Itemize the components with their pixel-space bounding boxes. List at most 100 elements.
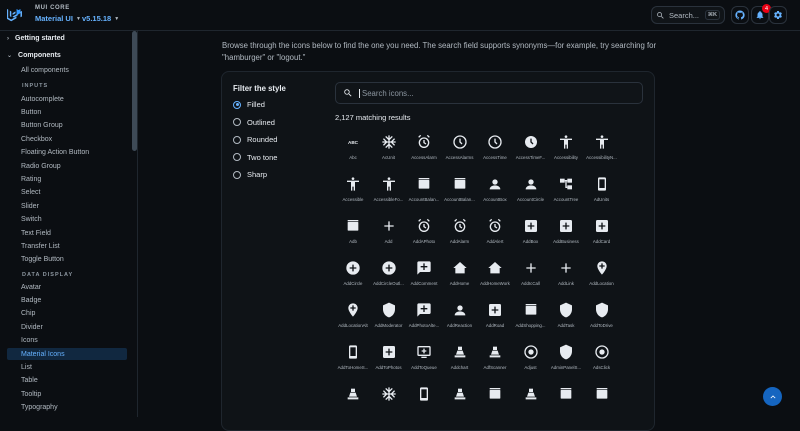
- icon-tile[interactable]: AccountBalan...: [442, 176, 478, 218]
- sidebar-item-badge[interactable]: Badge: [7, 294, 127, 306]
- icon-tile[interactable]: Adjust: [513, 344, 549, 386]
- icon-tile[interactable]: AddCircleOutl...: [371, 260, 407, 302]
- icon-tile[interactable]: [406, 386, 442, 428]
- icon-tile[interactable]: Accessible: [335, 176, 371, 218]
- icon-tile[interactable]: [335, 386, 371, 428]
- settings-button[interactable]: [769, 6, 787, 24]
- sidebar-item-typography[interactable]: Typography: [7, 402, 127, 414]
- icon-tile[interactable]: ABC Abc: [335, 134, 371, 176]
- sidebar-item-slider[interactable]: Slider: [7, 200, 127, 212]
- radio-button[interactable]: [233, 170, 241, 179]
- icon-tile[interactable]: AddCircle: [335, 260, 371, 302]
- icon-tile[interactable]: Add: [371, 218, 407, 260]
- icon-tile[interactable]: AccountBalan...: [406, 176, 442, 218]
- icon-tile[interactable]: Adb: [335, 218, 371, 260]
- icon-tile[interactable]: Accessibility: [548, 134, 584, 176]
- icon-tile[interactable]: AddToQueue: [406, 344, 442, 386]
- icon-tile[interactable]: AddAlert: [477, 218, 513, 260]
- sidebar-item-divider[interactable]: Divider: [7, 321, 127, 333]
- style-option-rounded[interactable]: Rounded: [233, 135, 277, 144]
- icon-tile[interactable]: AddAPhoto: [406, 218, 442, 260]
- nav-all-components[interactable]: All components: [7, 64, 127, 76]
- sidebar-item-chip[interactable]: Chip: [7, 308, 127, 320]
- radio-button[interactable]: [233, 153, 241, 162]
- icon-tile[interactable]: AcUnit: [371, 134, 407, 176]
- icon-tile[interactable]: AddHomeWork: [477, 260, 513, 302]
- icon-tile[interactable]: AccountTree: [548, 176, 584, 218]
- sidebar-item-transfer-list[interactable]: Transfer List: [7, 240, 127, 252]
- icon-tile[interactable]: AddShopping...: [513, 302, 549, 344]
- style-option-outlined[interactable]: Outlined: [233, 118, 275, 127]
- icon-tile[interactable]: AddRoad: [477, 302, 513, 344]
- sidebar-item-avatar[interactable]: Avatar: [7, 281, 127, 293]
- mui-logo-icon[interactable]: [7, 7, 23, 23]
- sidebar-item-floating-action-button[interactable]: Floating Action Button: [7, 147, 127, 159]
- nav-getting-started[interactable]: › Getting started: [7, 35, 65, 42]
- icon-tile[interactable]: AccountCircle: [513, 176, 549, 218]
- sidebar-item-autocomplete[interactable]: Autocomplete: [7, 93, 127, 105]
- icon-tile[interactable]: AccessTime: [477, 134, 513, 176]
- icon-tile[interactable]: AddReaction: [442, 302, 478, 344]
- style-option-sharp[interactable]: Sharp: [233, 170, 267, 179]
- version-switcher[interactable]: v5.15.18 ▼: [82, 14, 119, 23]
- icon-tile[interactable]: AddLocation: [584, 260, 620, 302]
- icon-tile[interactable]: [442, 386, 478, 428]
- icon-tile[interactable]: AddIcCall: [513, 260, 549, 302]
- icon-tile[interactable]: AddToHomeS...: [335, 344, 371, 386]
- github-button[interactable]: [731, 6, 749, 24]
- icon-tile[interactable]: AddCard: [584, 218, 620, 260]
- sidebar-item-table[interactable]: Table: [7, 375, 127, 387]
- style-option-filled[interactable]: Filled: [233, 100, 265, 109]
- icon-tile[interactable]: [371, 386, 407, 428]
- icon-tile[interactable]: AdsClick: [584, 344, 620, 386]
- radio-button[interactable]: [233, 100, 241, 109]
- icon-tile[interactable]: [513, 386, 549, 428]
- sidebar-item-toggle-button[interactable]: Toggle Button: [7, 254, 127, 266]
- icon-search-field[interactable]: [335, 82, 643, 104]
- scroll-top-button[interactable]: [763, 387, 782, 406]
- sidebar-item-material-icons[interactable]: Material Icons: [7, 348, 127, 360]
- icon-tile[interactable]: AddToDrive: [584, 302, 620, 344]
- icon-tile[interactable]: [477, 386, 513, 428]
- icon-tile[interactable]: AddLocationAlt: [335, 302, 371, 344]
- icon-tile[interactable]: AddToPhotos: [371, 344, 407, 386]
- icon-tile[interactable]: AddLink: [548, 260, 584, 302]
- sidebar-item-radio-group[interactable]: Radio Group: [7, 160, 127, 172]
- icon-search-input[interactable]: [359, 88, 619, 98]
- icon-tile[interactable]: AddBusiness: [548, 218, 584, 260]
- icon-tile[interactable]: AddPhotoAlte...: [406, 302, 442, 344]
- icon-tile[interactable]: AdUnits: [584, 176, 620, 218]
- sidebar-scrollbar[interactable]: [132, 31, 137, 151]
- icon-tile[interactable]: [584, 386, 620, 428]
- radio-button[interactable]: [233, 135, 241, 144]
- sidebar-item-tooltip[interactable]: Tooltip: [7, 388, 127, 400]
- nav-components[interactable]: ⌄ Components: [7, 52, 61, 59]
- sidebar-item-button-group[interactable]: Button Group: [7, 120, 127, 132]
- icon-tile[interactable]: Addchart: [442, 344, 478, 386]
- icon-tile[interactable]: AddHome: [442, 260, 478, 302]
- icon-tile[interactable]: AddTask: [548, 302, 584, 344]
- icon-tile[interactable]: AddComment: [406, 260, 442, 302]
- icon-tile[interactable]: AddModerator: [371, 302, 407, 344]
- search-button[interactable]: Search... ⌘K: [651, 6, 725, 24]
- sidebar-item-icons[interactable]: Icons: [7, 335, 127, 347]
- icon-tile[interactable]: AddAlarm: [442, 218, 478, 260]
- sidebar-item-switch[interactable]: Switch: [7, 214, 127, 226]
- icon-tile[interactable]: AccessibleFo...: [371, 176, 407, 218]
- icon-tile[interactable]: [548, 386, 584, 428]
- icon-tile[interactable]: AccessibilityN...: [584, 134, 620, 176]
- notifications-button[interactable]: 4: [751, 4, 771, 24]
- icon-tile[interactable]: AccessTimeF...: [513, 134, 549, 176]
- product-switcher[interactable]: Material UI ▼: [35, 14, 81, 23]
- style-option-two-tone[interactable]: Two tone: [233, 153, 277, 162]
- sidebar-item-rating[interactable]: Rating: [7, 173, 127, 185]
- sidebar-item-list[interactable]: List: [7, 361, 127, 373]
- icon-tile[interactable]: AdfScanner: [477, 344, 513, 386]
- sidebar-item-checkbox[interactable]: Checkbox: [7, 133, 127, 145]
- icon-tile[interactable]: AccessAlarm: [406, 134, 442, 176]
- icon-tile[interactable]: AddBox: [513, 218, 549, 260]
- icon-tile[interactable]: AdminPanelS...: [548, 344, 584, 386]
- icon-tile[interactable]: AccessAlarms: [442, 134, 478, 176]
- sidebar-item-select[interactable]: Select: [7, 187, 127, 199]
- radio-button[interactable]: [233, 118, 241, 127]
